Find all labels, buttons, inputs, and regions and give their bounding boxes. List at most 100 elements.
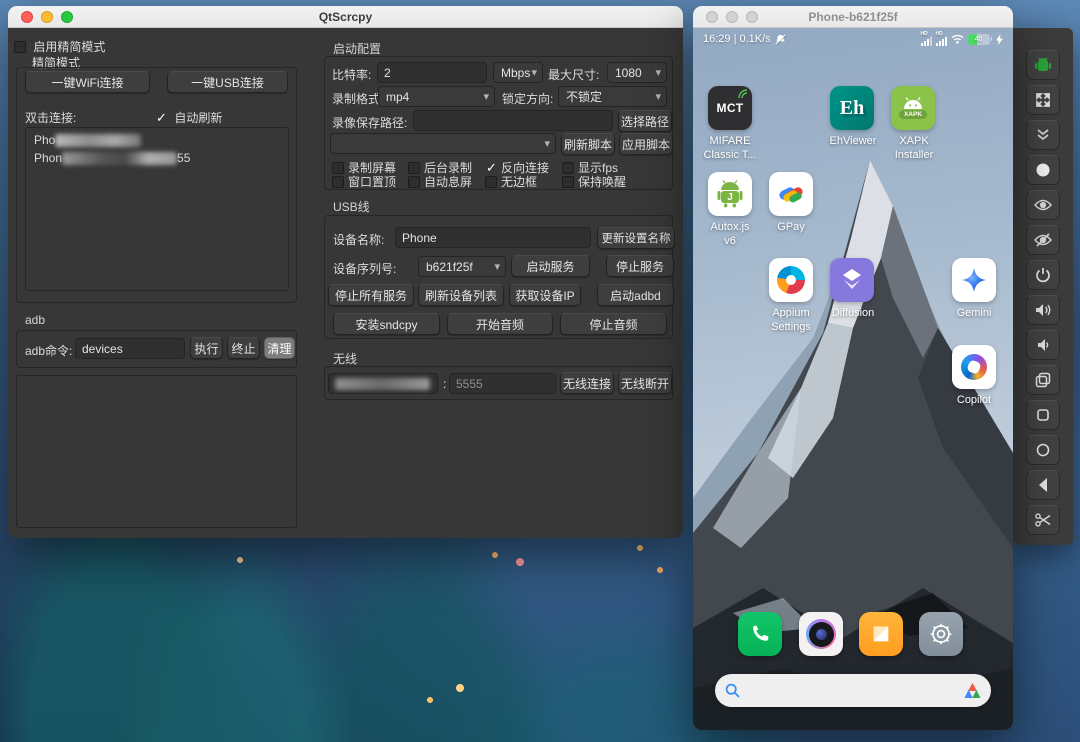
combo-value: b621f25f xyxy=(426,259,473,274)
auto-screen-off-checkbox[interactable]: 自动息屏 xyxy=(408,173,472,190)
auto-refresh-checkbox[interactable]: 自动刷新 xyxy=(155,109,222,126)
app-icon-diffusion[interactable] xyxy=(830,258,874,302)
phone-titlebar[interactable]: Phone-b621f25f xyxy=(693,6,1013,28)
window-title: QtScrcpy xyxy=(318,9,373,24)
stacked-diamonds-icon xyxy=(843,269,861,289)
screenshot-scissors-button[interactable] xyxy=(1026,505,1060,535)
phone-screen[interactable]: 16:29 | 0.1K/s HD HD 40 MCT MIFARE Class… xyxy=(693,28,1013,730)
eye-closed-button[interactable] xyxy=(1026,225,1060,255)
eye-open-button[interactable] xyxy=(1026,190,1060,220)
gallery-photo-icon xyxy=(873,626,889,642)
frameless-checkbox[interactable]: 无边框 xyxy=(485,173,537,190)
stop-service-button[interactable]: 停止服务 xyxy=(606,255,674,277)
adb-stop-button[interactable]: 终止 xyxy=(227,337,260,359)
checkbox-box[interactable] xyxy=(332,176,344,188)
adb-clear-button[interactable]: 清理 xyxy=(264,337,295,359)
max-size-combo[interactable]: 1080 ▾ xyxy=(607,62,667,83)
volume-up-button[interactable] xyxy=(1026,295,1060,325)
masked-text xyxy=(55,134,142,148)
checkbox-box[interactable] xyxy=(14,41,26,53)
icon-text: Eh xyxy=(839,96,865,119)
adb-output-area[interactable] xyxy=(16,375,297,528)
adb-cmd-input[interactable]: devices xyxy=(75,338,185,359)
one-key-wifi-button[interactable]: 一键WiFi连接 xyxy=(25,71,150,93)
stop-audio-button[interactable]: 停止音频 xyxy=(560,313,667,335)
app-icon-copilot[interactable] xyxy=(952,345,996,389)
volume-down-button[interactable] xyxy=(1026,330,1060,360)
app-switcher-button[interactable] xyxy=(1026,365,1060,395)
dock-phone-icon[interactable] xyxy=(738,612,782,656)
app-icon-autoxjs[interactable]: J xyxy=(708,172,752,216)
power-button[interactable] xyxy=(1026,260,1060,290)
record-format-label: 录制格式: xyxy=(332,92,384,106)
icon-text: XAPK xyxy=(898,110,928,119)
window-on-top-checkbox[interactable]: 窗口置顶 xyxy=(332,173,396,190)
wireless-port-input[interactable]: 5555 xyxy=(449,373,556,394)
wireless-disconnect-button[interactable]: 无线断开 xyxy=(618,372,672,394)
qtscrcpy-titlebar[interactable]: QtScrcpy xyxy=(8,6,683,28)
fullscreen-button[interactable] xyxy=(1026,85,1060,115)
minimize-button[interactable] xyxy=(41,11,53,23)
zoom-button[interactable] xyxy=(61,11,73,23)
record-format-combo[interactable]: mp4 ▾ xyxy=(378,86,495,107)
device-name-input[interactable]: Phone xyxy=(395,227,591,248)
serial-combo[interactable]: b621f25f ▾ xyxy=(418,256,506,277)
record-dot-button[interactable] xyxy=(1026,155,1060,185)
wireless-connect-button[interactable]: 无线连接 xyxy=(560,372,614,394)
close-button[interactable] xyxy=(21,11,33,23)
device-list-item[interactable]: Pho xyxy=(34,133,142,148)
start-adbd-button[interactable]: 启动adbd xyxy=(597,284,674,306)
adb-run-button[interactable]: 执行 xyxy=(190,337,223,359)
app-label: Copilot xyxy=(956,394,992,406)
checkbox-box[interactable] xyxy=(408,176,420,188)
checkbox-box[interactable] xyxy=(155,110,167,126)
refresh-script-button[interactable]: 刷新脚本 xyxy=(561,133,615,155)
minimize-button[interactable] xyxy=(726,11,738,23)
install-sndcpy-button[interactable]: 安装sndcpy xyxy=(333,313,440,335)
enable-simple-mode-checkbox[interactable]: 启用精简模式 xyxy=(14,38,105,55)
mirror-toolbar xyxy=(1013,28,1073,545)
apply-script-button[interactable]: 应用脚本 xyxy=(619,133,673,155)
status-bar: 16:29 | 0.1K/s HD HD 40 xyxy=(693,30,1013,48)
choose-path-button[interactable]: 选择路径 xyxy=(618,110,672,132)
record-path-input[interactable] xyxy=(413,110,613,131)
dock-settings-icon[interactable] xyxy=(919,612,963,656)
script-combo[interactable]: ▾ xyxy=(330,133,556,154)
refresh-device-list-button[interactable]: 刷新设备列表 xyxy=(418,284,504,306)
update-name-button[interactable]: 更新设置名称 xyxy=(597,227,675,249)
app-icon-ehviewer[interactable]: Eh xyxy=(830,86,874,130)
stop-all-services-button[interactable]: 停止所有服务 xyxy=(328,284,414,306)
app-icon-gpay[interactable] xyxy=(769,172,813,216)
get-device-ip-button[interactable]: 获取设备IP xyxy=(509,284,581,306)
home-search-bar[interactable] xyxy=(715,674,991,707)
app-icon-gemini[interactable] xyxy=(952,258,996,302)
start-service-button[interactable]: 启动服务 xyxy=(511,255,590,277)
wireless-ip-input[interactable] xyxy=(328,373,438,394)
one-key-usb-button[interactable]: 一键USB连接 xyxy=(167,71,288,93)
app-icon-xapk-installer[interactable]: XAPK xyxy=(891,86,935,130)
stay-awake-checkbox[interactable]: 保持唤醒 xyxy=(562,173,626,190)
dock-camera-icon[interactable] xyxy=(799,612,843,656)
device-list[interactable]: Pho Phon 55 xyxy=(25,127,289,291)
device-list-item[interactable]: Phon 55 xyxy=(34,151,190,166)
bitrate-unit-combo[interactable]: Mbps ▾ xyxy=(493,62,543,83)
app-icon-appium-settings[interactable] xyxy=(769,258,813,302)
start-audio-button[interactable]: 开始音频 xyxy=(447,313,553,335)
qtscrcpy-content: 启用精简模式 精简模式 一键WiFi连接 一键USB连接 双击连接: 自动刷新 … xyxy=(8,28,683,538)
back-chevron-button[interactable] xyxy=(1026,470,1060,500)
app-icon-mifare-classic-tool[interactable]: MCT xyxy=(708,86,752,130)
gpay-logo-icon xyxy=(779,187,803,203)
close-button[interactable] xyxy=(706,11,718,23)
checkbox-box[interactable] xyxy=(485,176,497,188)
checkbox-box[interactable] xyxy=(562,176,574,188)
device-text: Pho xyxy=(34,133,56,147)
bitrate-input[interactable]: 2 xyxy=(377,62,487,83)
dock-gallery-icon[interactable] xyxy=(859,612,903,656)
zoom-button[interactable] xyxy=(746,11,758,23)
android-group-button[interactable] xyxy=(1026,50,1060,80)
home-circle-button[interactable] xyxy=(1026,435,1060,465)
collapse-chevrons-icon[interactable] xyxy=(1026,120,1060,150)
lock-orientation-combo[interactable]: 不锁定 ▾ xyxy=(558,86,667,107)
menu-square-button[interactable] xyxy=(1026,400,1060,430)
app-label: EhViewer xyxy=(829,135,877,147)
